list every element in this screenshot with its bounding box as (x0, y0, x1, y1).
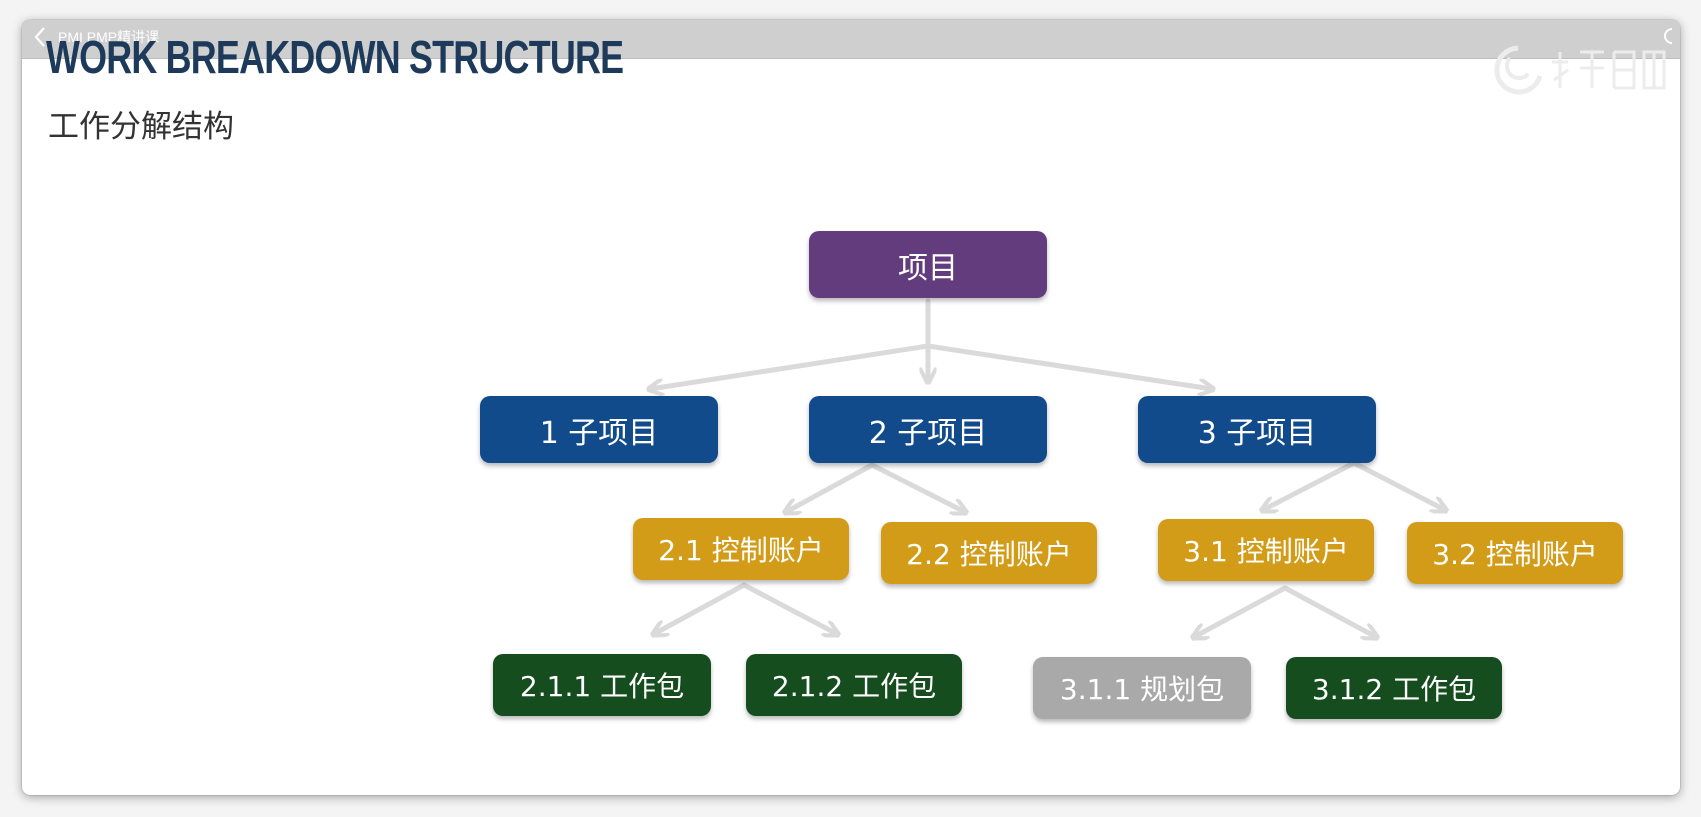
wbs-node-subproject-3[interactable]: 3 子项目 (1138, 396, 1376, 463)
wbs-node-planning-package-3-1-1[interactable]: 3.1.1 规划包 (1033, 657, 1251, 719)
slide-subheading: 工作分解结构 (48, 109, 234, 145)
connector-arrow (654, 582, 747, 634)
wbs-node-subproject-1[interactable]: 1 子项目 (480, 396, 718, 463)
connector-arrow (1282, 585, 1376, 637)
wbs-node-control-account-2-2[interactable]: 2.2 控制账户 (881, 522, 1097, 584)
app-window: PMI PMP精讲课 WORK BREAKDOWN STRUCTURE 工作分解… (22, 20, 1680, 795)
connector-arrow (741, 582, 837, 634)
wbs-node-subproject-2[interactable]: 2 子项目 (809, 396, 1047, 463)
connector-arrow (650, 343, 931, 389)
connector-arrow (1351, 460, 1445, 510)
slide-heading: WORK BREAKDOWN STRUCTURE (46, 31, 624, 83)
connector-arrow (1194, 585, 1288, 637)
wbs-node-work-package-3-1-2[interactable]: 3.1.2 工作包 (1286, 657, 1502, 719)
wbs-node-work-package-2-1-2[interactable]: 2.1.2 工作包 (746, 654, 962, 716)
wbs-node-project[interactable]: 项目 (809, 231, 1047, 298)
wbs-node-work-package-2-1-1[interactable]: 2.1.1 工作包 (493, 654, 711, 716)
connector-arrow (925, 343, 1212, 389)
connector-arrow (786, 462, 875, 512)
connector-arrow (1263, 460, 1357, 510)
wbs-node-control-account-3-1[interactable]: 3.1 控制账户 (1158, 519, 1374, 581)
wbs-node-control-account-3-2[interactable]: 3.2 控制账户 (1407, 522, 1623, 584)
watermark-logo-icon (1494, 45, 1666, 95)
wbs-node-control-account-2-1[interactable]: 2.1 控制账户 (633, 518, 849, 580)
connector-arrow (869, 462, 965, 512)
